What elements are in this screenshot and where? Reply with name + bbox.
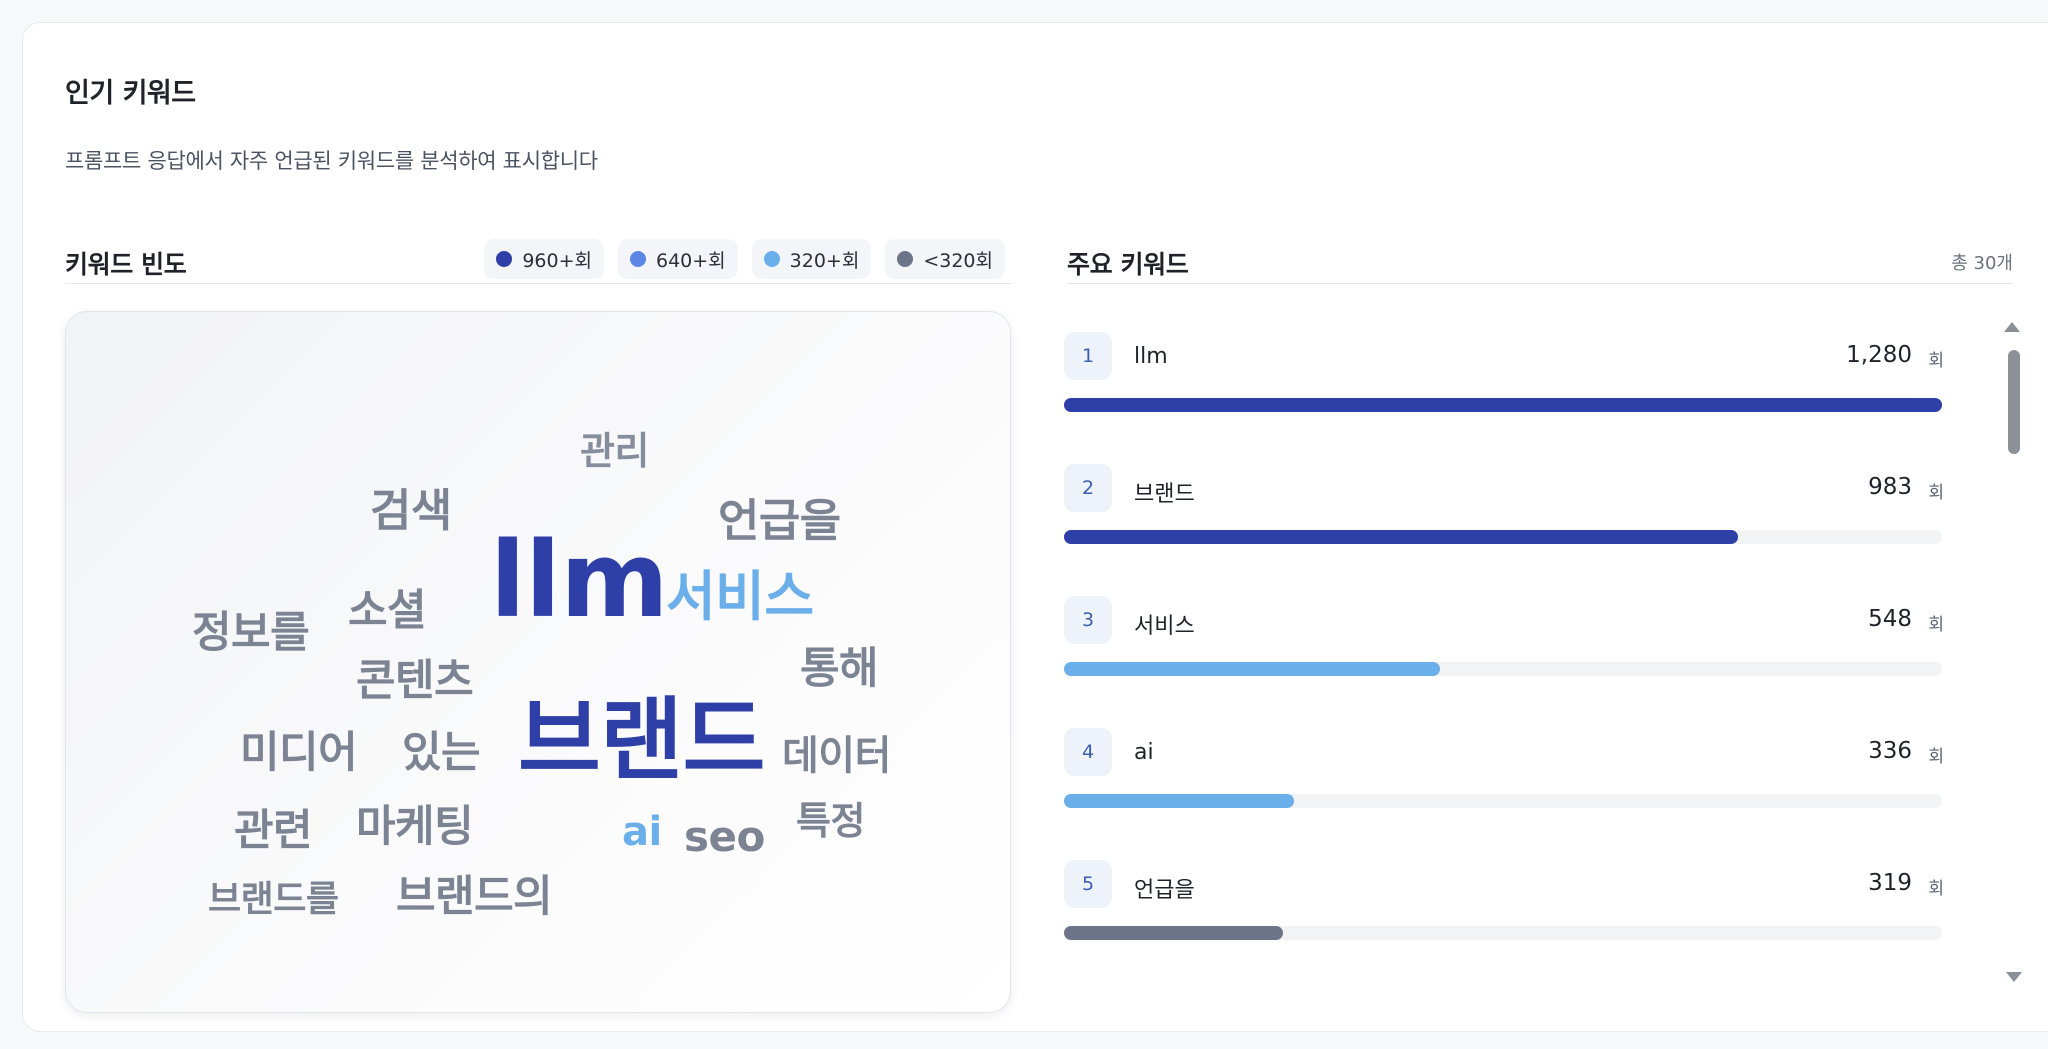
rank-badge: 5: [1064, 860, 1112, 908]
legend-dot-icon: [763, 251, 780, 267]
keyword-count: 319: [1868, 870, 1912, 896]
keyword-unit: 회: [1928, 879, 1944, 899]
cloud-word[interactable]: 브랜드를: [208, 882, 339, 918]
major-keywords-header: 주요 키워드 총 30개: [1067, 223, 2013, 284]
cloud-word[interactable]: seo: [684, 816, 765, 858]
cloud-word[interactable]: 특정: [796, 802, 865, 840]
keyword-count: 548: [1868, 606, 1912, 632]
scroll-thumb[interactable]: [2008, 350, 2020, 454]
frequency-bar-track: [1064, 398, 1942, 412]
legend-dot-icon: [897, 251, 914, 267]
cloud-word[interactable]: 정보를: [192, 612, 310, 655]
frequency-bar-fill: [1064, 794, 1295, 808]
list-scrollbar[interactable]: [2004, 322, 2024, 982]
keyword-unit: 회: [1928, 483, 1944, 503]
frequency-bar-fill: [1064, 662, 1440, 676]
keyword-unit: 회: [1928, 747, 1944, 767]
keyword-count: 1,280: [1846, 342, 1912, 368]
cloud-word[interactable]: 마케팅: [356, 806, 474, 849]
cloud-word[interactable]: llm: [490, 528, 669, 632]
legend-item-960: 960+회: [484, 239, 604, 279]
cloud-word[interactable]: ai: [622, 812, 662, 852]
keyword-name: ai: [1134, 740, 1154, 765]
scroll-down-arrow-icon[interactable]: [2006, 972, 2022, 982]
list-item[interactable]: 1 llm 1,280 회: [1064, 332, 1944, 422]
cloud-word[interactable]: 브랜드의: [396, 876, 553, 919]
legend-label: 640+회: [655, 249, 726, 272]
cloud-word[interactable]: 소셜: [348, 590, 427, 633]
keyword-count: 336: [1868, 738, 1912, 764]
rank-badge: 1: [1064, 332, 1112, 380]
frequency-bar-track: [1064, 662, 1942, 676]
keyword-ranking-list: 1 llm 1,280 회 2 브랜드 983 회 3 서비스 548 회 4 …: [1064, 320, 1944, 960]
list-item[interactable]: 2 브랜드 983 회: [1064, 464, 1944, 554]
keyword-name: 서비스: [1134, 614, 1195, 639]
cloud-word[interactable]: 콘텐츠: [356, 660, 474, 703]
legend-dot-icon: [629, 251, 646, 267]
cloud-word[interactable]: 미디어: [240, 732, 358, 775]
page-subtitle: 프롬프트 응답에서 자주 언급된 키워드를 분석하여 표시합니다: [65, 149, 598, 173]
legend-item-320: 320+회: [751, 239, 872, 279]
cloud-word[interactable]: 데이터: [782, 736, 891, 776]
cloud-word[interactable]: 통해: [800, 648, 879, 691]
cloud-word[interactable]: 브랜드: [518, 696, 765, 786]
legend-dot-icon: [496, 251, 513, 267]
frequency-legend: 960+회 640+회 320+회 <320회: [484, 239, 1005, 279]
cloud-word[interactable]: 관리: [580, 432, 649, 470]
cloud-word[interactable]: 있는: [402, 732, 481, 775]
word-cloud: 관리 검색 언급을 llm 서비스 소셜 정보를 통해 콘텐츠 미디어 있는 브…: [65, 311, 1011, 1013]
frequency-bar-track: [1064, 926, 1942, 940]
keyword-count: 983: [1868, 474, 1912, 500]
keyword-name: llm: [1134, 344, 1168, 369]
frequency-bar-track: [1064, 530, 1942, 544]
rank-badge: 3: [1064, 596, 1112, 644]
legend-label: 320+회: [789, 249, 860, 272]
legend-label: <320회: [923, 249, 993, 272]
keyword-name: 브랜드: [1134, 482, 1195, 507]
rank-badge: 4: [1064, 728, 1112, 776]
legend-item-under-320: <320회: [885, 239, 1005, 279]
frequency-bar-fill: [1064, 398, 1942, 412]
legend-item-640: 640+회: [617, 239, 738, 279]
keyword-unit: 회: [1928, 351, 1944, 371]
cloud-word[interactable]: 서비스: [666, 570, 814, 624]
legend-label: 960+회: [522, 249, 592, 272]
list-item[interactable]: 5 언급을 319 회: [1064, 860, 1944, 950]
major-keywords-total: 총 30개: [1951, 253, 2013, 274]
page-title: 인기 키워드: [65, 78, 196, 109]
frequency-bar-fill: [1064, 926, 1283, 940]
cloud-word[interactable]: 검색: [370, 488, 452, 533]
major-keywords-title: 주요 키워드: [1067, 250, 1189, 279]
scroll-up-arrow-icon[interactable]: [2004, 322, 2020, 332]
rank-badge: 2: [1064, 464, 1112, 512]
keyword-frequency-header: 키워드 빈도 960+회 640+회 320+회 <320회: [65, 223, 1011, 284]
cloud-word[interactable]: 관련: [234, 810, 313, 853]
frequency-bar-fill: [1064, 530, 1739, 544]
keyword-frequency-title: 키워드 빈도: [65, 250, 187, 279]
list-item[interactable]: 4 ai 336 회: [1064, 728, 1944, 818]
list-item[interactable]: 3 서비스 548 회: [1064, 596, 1944, 686]
cloud-word[interactable]: 언급을: [718, 498, 841, 543]
keyword-name: 언급을: [1134, 878, 1195, 903]
keyword-unit: 회: [1928, 615, 1944, 635]
frequency-bar-track: [1064, 794, 1942, 808]
